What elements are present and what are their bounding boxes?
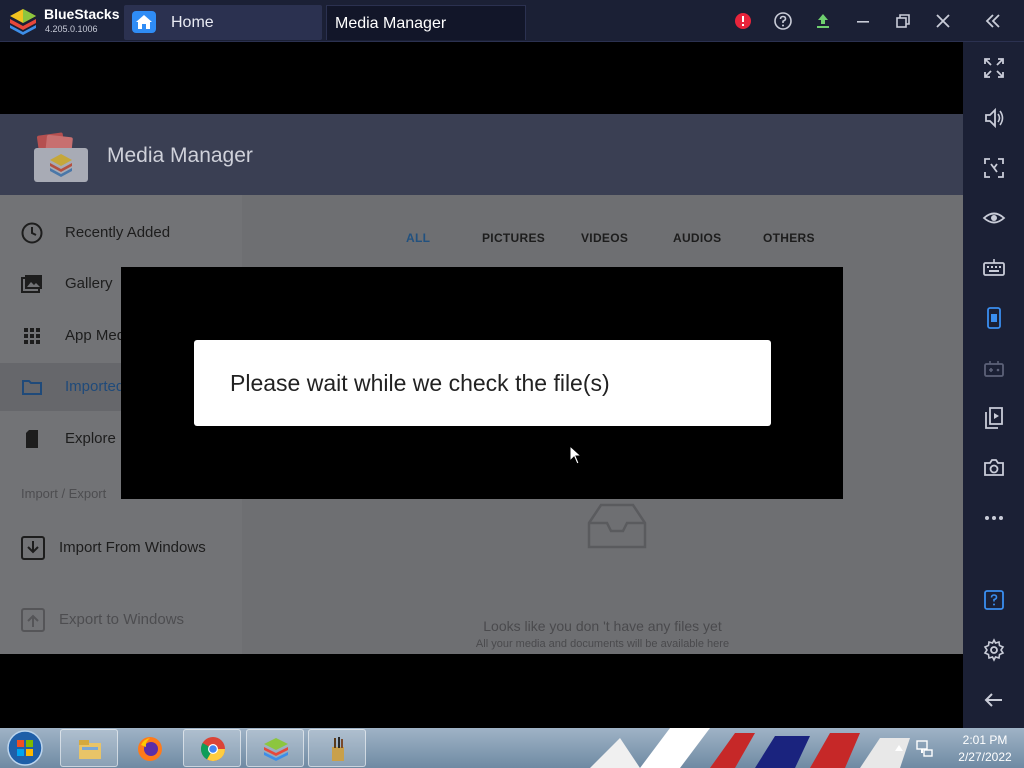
firefox-icon [138,737,162,761]
minimize-icon[interactable] [853,11,873,31]
nav-item-label: Gallery [65,275,113,292]
section-label-import-export: Import / Export [21,486,107,501]
media-manager-title: Media Manager [107,144,253,167]
bluestacks-logo-icon [10,9,36,35]
import-from-windows-button[interactable]: Import From Windows [0,527,242,567]
media-manager-icon[interactable] [982,406,1006,430]
import-label: Import From Windows [59,539,206,556]
media-manager-header: Media Manager [0,114,963,195]
tab-home[interactable]: Home [124,5,322,40]
nav-item-recently-added[interactable]: Recently Added [0,209,242,257]
chrome-icon [200,737,225,762]
empty-state-title: Looks like you don 't have any files yet [483,618,722,634]
nav-item-label: Imported [65,378,125,395]
keyboard-icon[interactable] [982,256,1006,280]
progress-dialog: Please wait while we check the file(s) [194,340,771,426]
gamepad-icon [984,361,1004,377]
tab-all[interactable]: ALL [406,231,430,245]
collapse-sidebar-icon[interactable] [983,11,1003,31]
taskbar-chrome-button[interactable] [183,729,241,767]
paint-brushes-icon [332,737,344,761]
clock-icon [21,222,43,244]
tab-media-manager-label: Media Manager [335,15,447,32]
wallpaper-graphic [590,728,910,768]
export-label: Export to Windows [59,611,185,628]
import-icon [21,536,45,560]
network-icon[interactable] [914,738,934,758]
title-bar: BlueStacks 4.205.0.1006 Home Media Manag… [0,0,1024,42]
bluestacks-icon [264,738,288,761]
tab-pictures[interactable]: PICTURES [482,231,545,245]
close-icon[interactable] [933,11,953,31]
bluestacks-window: BlueStacks 4.205.0.1006 Home Media Manag… [0,0,1024,768]
media-manager-logo-icon [34,132,88,182]
tab-home-label: Home [171,14,214,31]
back-arrow-icon[interactable] [982,688,1006,712]
portrait-mode-icon[interactable] [982,306,1006,330]
app-name: BlueStacks [44,6,120,22]
fullscreen-icon[interactable] [982,56,1006,80]
settings-gear-icon[interactable] [982,638,1006,662]
screen-select-icon[interactable] [982,156,1006,180]
tab-videos[interactable]: VIDEOS [581,231,628,245]
taskbar-app-button[interactable] [308,729,366,767]
mouse-cursor-icon [569,445,583,465]
file-explorer-icon [79,740,101,759]
tab-media-manager[interactable]: Media Manager [326,5,526,40]
taskbar-firefox-button[interactable] [120,729,178,767]
windows-logo-icon [7,730,43,766]
tray-expand-icon[interactable] [894,743,904,753]
export-to-windows-button[interactable]: Export to Windows [0,599,242,639]
volume-icon[interactable] [982,106,1006,130]
eye-icon[interactable] [982,206,1006,230]
camera-icon[interactable] [982,456,1006,480]
help-sidebar-icon[interactable] [982,588,1006,612]
tab-audios[interactable]: AUDIOS [673,231,721,245]
sdcard-icon [26,430,38,448]
nav-item-label: Explore [65,430,116,447]
export-icon [21,608,45,632]
start-button[interactable] [5,729,45,767]
restore-icon[interactable] [893,11,913,31]
windows-taskbar [0,728,1024,768]
empty-inbox-icon [587,503,647,549]
taskbar-explorer-button[interactable] [60,729,118,767]
clock-date[interactable]: 2/27/2022 [950,750,1020,764]
empty-state-subtitle: All your media and documents will be ava… [475,638,730,650]
help-icon[interactable] [773,11,793,31]
filter-tabs: ALL PICTURES VIDEOS AUDIOS OTHERS [242,225,963,255]
grid-icon [24,328,40,344]
alert-icon[interactable] [733,11,753,31]
nav-item-label: Recently Added [65,224,171,241]
dialog-message: Please wait while we check the file(s) [230,370,610,396]
app-version: 4.205.0.1006 [45,24,98,34]
clock-time[interactable]: 2:01 PM [950,733,1020,747]
taskbar-bluestacks-button[interactable] [246,729,304,767]
gallery-icon [21,275,42,293]
tab-others[interactable]: OTHERS [763,231,815,245]
home-icon [132,11,156,33]
folder-icon [22,380,42,395]
bluestacks-right-sidebar [963,42,1024,728]
update-icon[interactable] [813,11,833,31]
more-options-icon[interactable] [982,506,1006,530]
